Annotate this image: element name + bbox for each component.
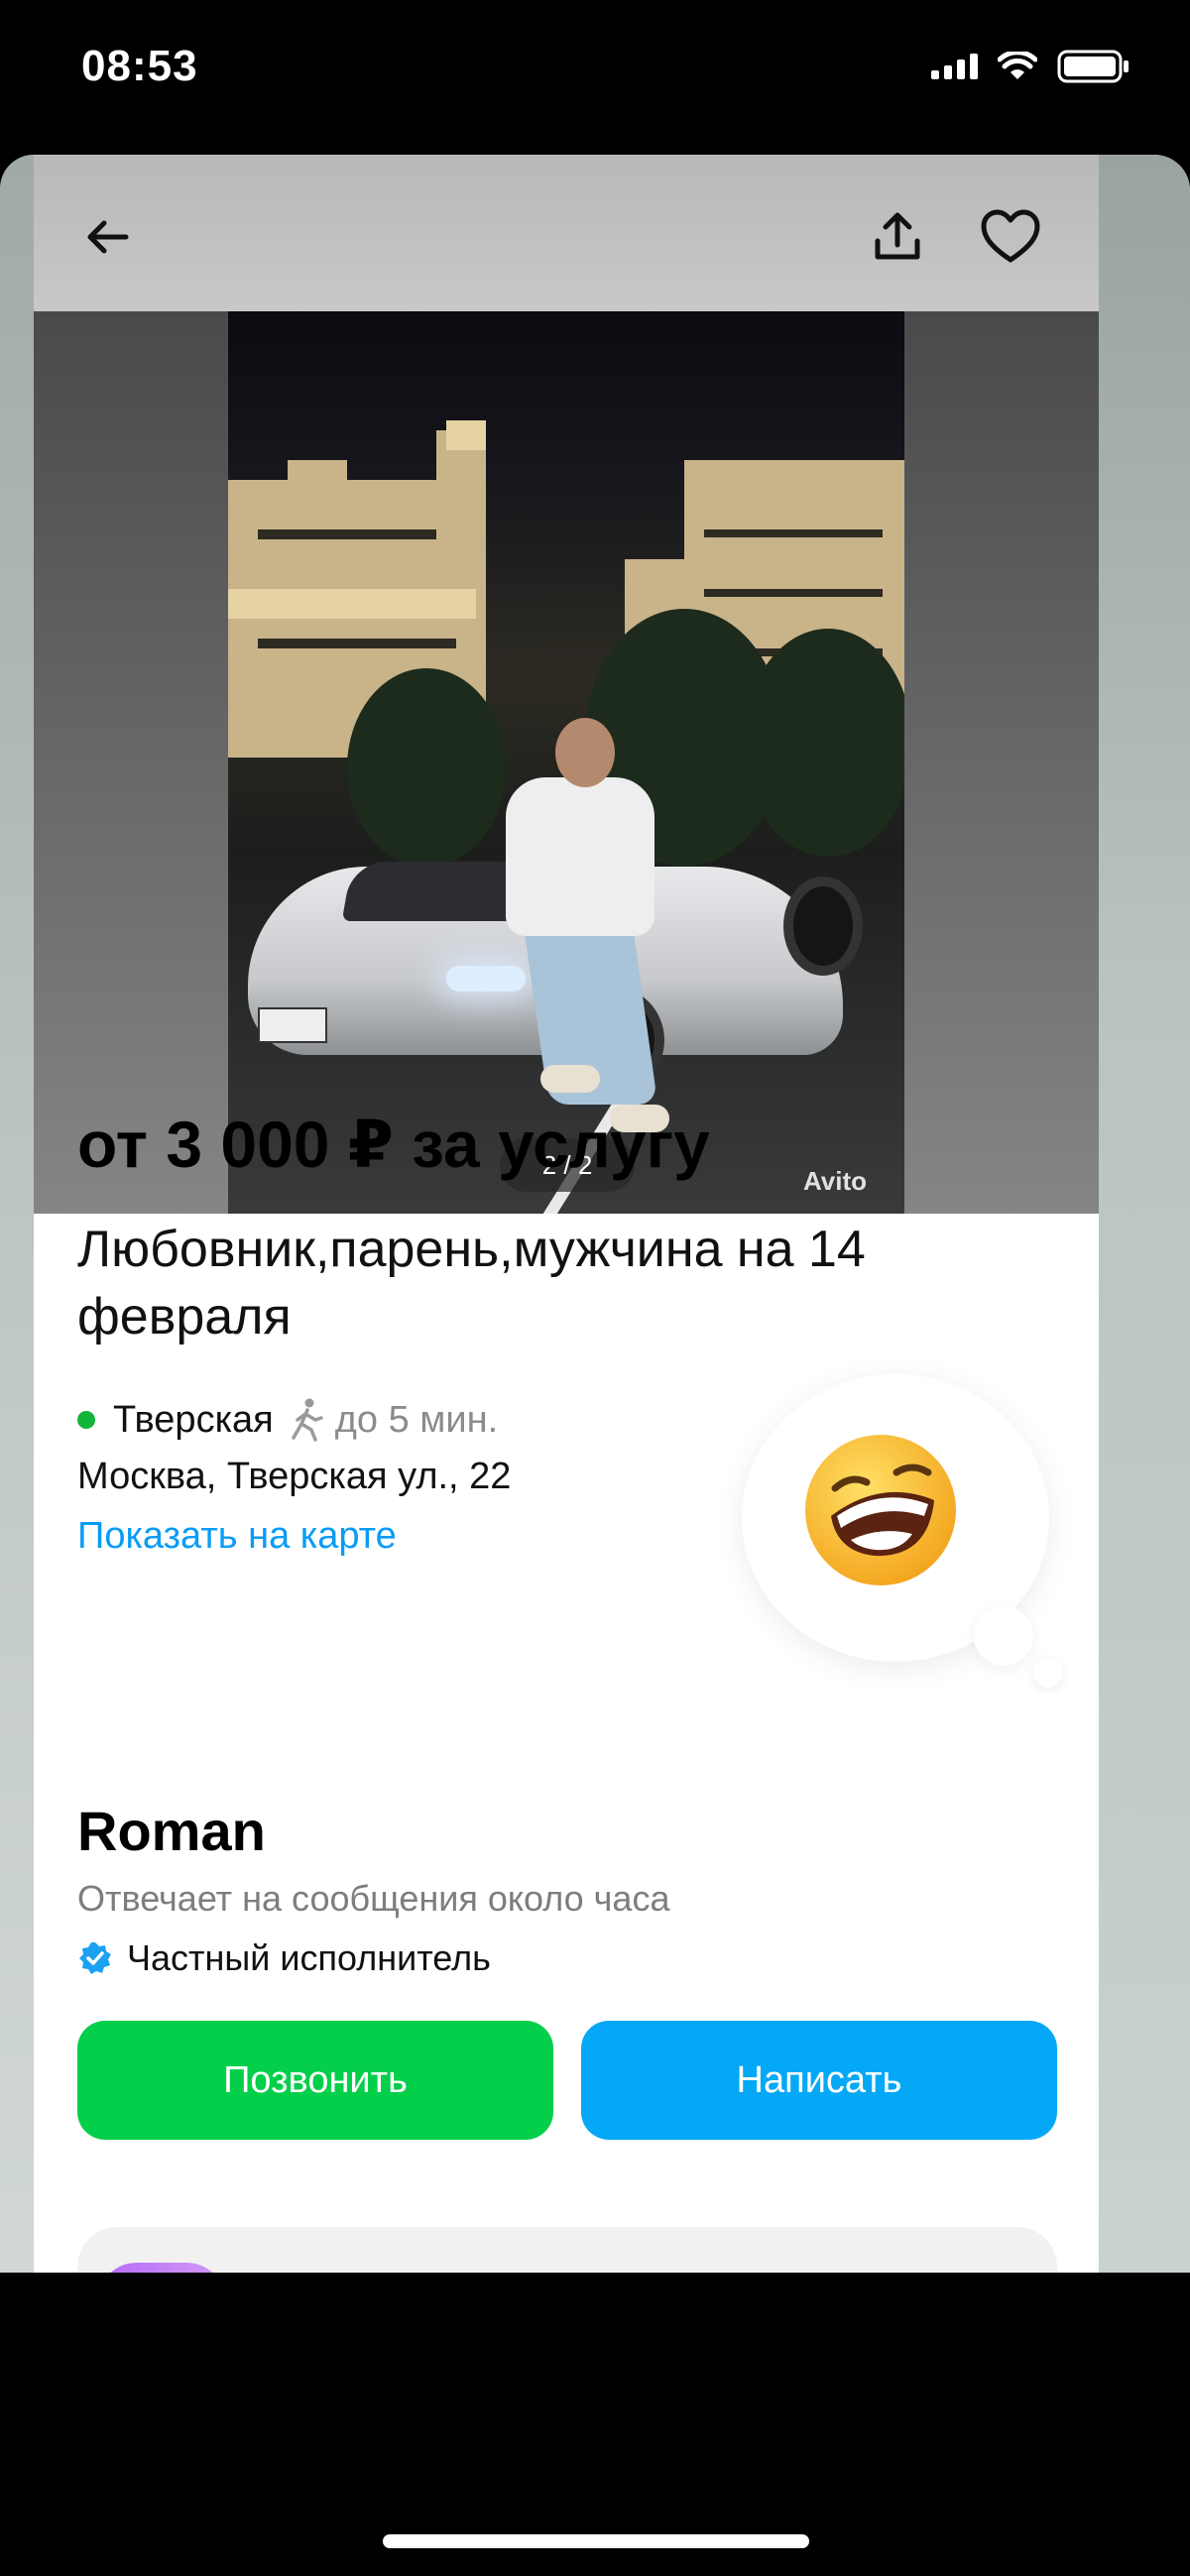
photo-window: [704, 589, 883, 597]
sheet-right-edge: [1099, 155, 1190, 2273]
photo-car-headlight: [446, 966, 526, 992]
photo-person-shoe: [540, 1065, 600, 1093]
photo-window: [258, 529, 436, 539]
walking-person-icon: [290, 1398, 325, 1442]
photo-window: [258, 639, 456, 648]
laughing-emoji-icon: [801, 1431, 960, 1589]
photo-person-shirt: [506, 777, 654, 936]
photo-tree: [347, 668, 506, 867]
call-button[interactable]: Позвонить: [77, 2021, 553, 2140]
share-icon: [875, 212, 920, 260]
listing-card: 2 / 2 Avito от 3 000 ₽ за услугу Любовни…: [34, 155, 1099, 2273]
seller-reply-time: Отвечает на сообщения около часа: [77, 1878, 670, 1919]
listing-title: Любовник,парень,мужчина на 14 февраля: [77, 1221, 866, 1346]
seller-type-label: Частный исполнитель: [127, 1937, 491, 1978]
favorite-button[interactable]: [976, 202, 1045, 272]
photo-car-plate: [258, 1007, 327, 1043]
gallery-blur-left: [34, 311, 228, 1214]
photo-gallery[interactable]: 2 / 2 Avito: [34, 311, 1099, 1214]
signal-icon: [931, 54, 978, 79]
photo-building: [288, 460, 347, 500]
status-bar: 08:53: [0, 0, 1190, 139]
photo-tree: [744, 629, 904, 857]
home-indicator[interactable]: [383, 2534, 809, 2548]
emoji-bubble-tail-dot: [1033, 1658, 1063, 1688]
address: Москва, Тверская ул., 22: [77, 1456, 512, 1497]
verified-badge-icon: [77, 1940, 113, 1976]
back-button[interactable]: [73, 202, 143, 272]
seller-type: Частный исполнитель: [77, 1937, 491, 1979]
status-time: 08:53: [81, 42, 198, 90]
metro-walk-time: до 5 мин.: [334, 1398, 499, 1441]
seller-name[interactable]: Roman: [77, 1799, 266, 1863]
wifi-icon: [998, 52, 1037, 81]
metro-station: Тверская: [113, 1398, 274, 1441]
photo-building: [228, 589, 476, 619]
listing-price: от 3 000 ₽ за услугу: [77, 1108, 710, 1181]
share-button[interactable]: [863, 202, 932, 272]
photo-person-head: [555, 718, 615, 787]
emoji-bubble-tail: [974, 1606, 1033, 1666]
gallery-blur-right: [904, 311, 1099, 1214]
top-navigation: [34, 155, 1099, 311]
metro-info: Тверская до 5 мин.: [77, 1398, 498, 1442]
watermark: Avito: [803, 1166, 868, 1196]
heart-icon: [981, 209, 1040, 263]
battery-icon: [1057, 50, 1130, 83]
metro-line-dot: [77, 1411, 95, 1429]
photo-car-wheel: [783, 877, 863, 976]
write-button[interactable]: Написать: [581, 2021, 1057, 2140]
status-icons: [931, 50, 1130, 83]
photo-building: [436, 430, 486, 569]
show-on-map-link[interactable]: Показать на карте: [77, 1515, 397, 1558]
arrow-left-icon: [87, 220, 129, 254]
next-section-card[interactable]: [77, 2227, 1057, 2273]
photo-window: [704, 529, 883, 537]
photo-building: [446, 420, 486, 450]
sheet-left-edge: [0, 155, 34, 2273]
listing-photo[interactable]: [228, 311, 904, 1214]
